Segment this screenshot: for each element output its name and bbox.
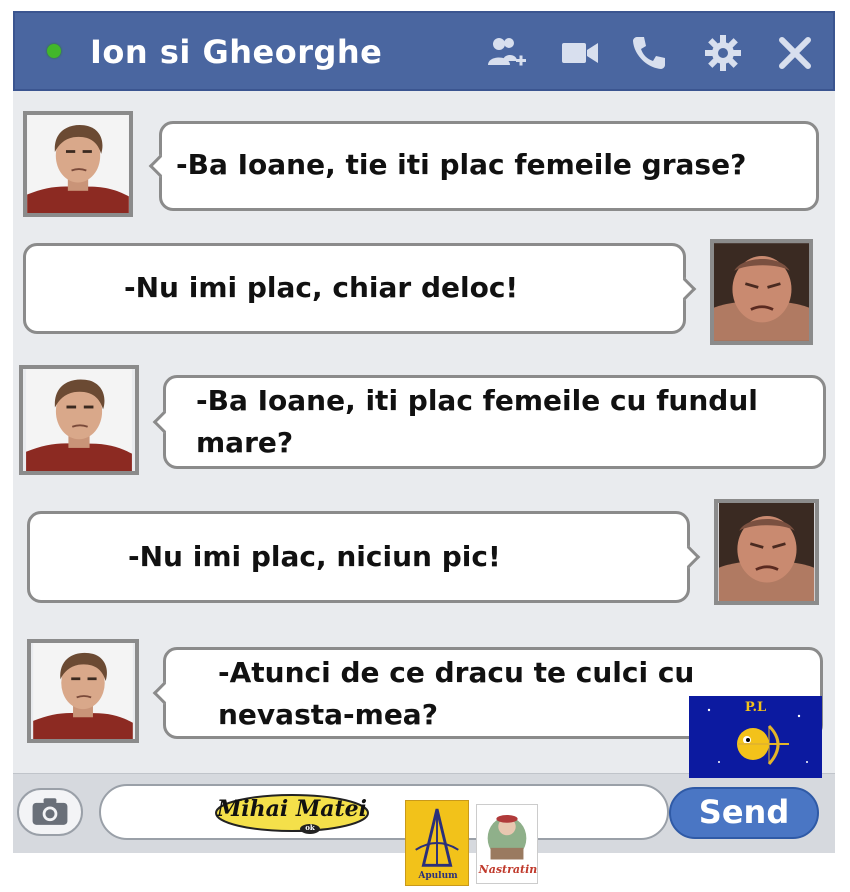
message-bubble: -Nu imi plac, niciun pic! bbox=[27, 511, 701, 603]
pl-logo: P.L bbox=[689, 696, 822, 778]
author-badge: Mihai Matei ok bbox=[215, 794, 369, 834]
message-bubble: -Nu imi plac, chiar deloc! bbox=[23, 243, 697, 334]
message-text: mare? bbox=[196, 426, 294, 459]
message-text: nevasta-mea? bbox=[218, 698, 438, 731]
avatar-gheorghe bbox=[19, 365, 139, 475]
message-input[interactable] bbox=[99, 784, 669, 840]
avatar-gheorghe bbox=[23, 111, 133, 217]
message-text: -Ba Ioane, iti plac femeile cu fundul bbox=[196, 384, 758, 417]
message-bubble: -Ba Ioane, tie iti plac femeile grase? bbox=[148, 121, 819, 211]
apulum-logo: Apulum bbox=[405, 800, 469, 886]
online-status-dot bbox=[47, 44, 61, 58]
add-friend-icon[interactable] bbox=[485, 31, 529, 75]
message-text: -Nu imi plac, chiar deloc! bbox=[124, 271, 519, 304]
message-text: -Nu imi plac, niciun pic! bbox=[128, 540, 501, 573]
chat-title: Ion si Gheorghe bbox=[90, 33, 383, 71]
avatar-ion bbox=[710, 239, 813, 345]
phone-icon[interactable] bbox=[627, 31, 671, 75]
avatar-gheorghe bbox=[27, 639, 139, 743]
close-icon[interactable] bbox=[773, 31, 817, 75]
avatar-ion bbox=[714, 499, 819, 605]
message-text: -Ba Ioane, tie iti plac femeile grase? bbox=[176, 148, 747, 181]
message-text: -Atunci de ce dracu te culci cu bbox=[218, 656, 695, 689]
video-camera-icon[interactable] bbox=[558, 31, 602, 75]
chat-header: Ion si Gheorghe bbox=[13, 11, 835, 91]
send-button[interactable]: Send bbox=[669, 787, 819, 839]
message-bubble: -Ba Ioane, iti plac femeile cu fundul ma… bbox=[152, 375, 826, 469]
nastratin-logo: Nastratin bbox=[476, 804, 538, 884]
gear-icon[interactable] bbox=[701, 31, 745, 75]
message-list: -Ba Ioane, tie iti plac femeile grase? -… bbox=[13, 91, 835, 791]
camera-icon[interactable] bbox=[17, 788, 83, 836]
